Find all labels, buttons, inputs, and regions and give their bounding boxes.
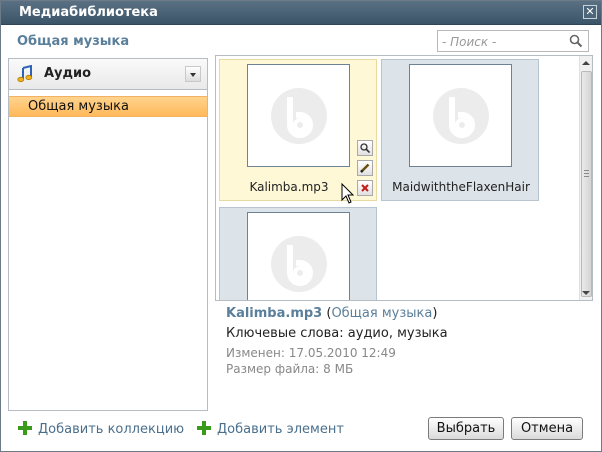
media-item-tile[interactable]: MaidwiththeFlaxenHair [381,59,539,201]
cancel-button[interactable]: Отмена [511,417,583,440]
details-filename[interactable]: Kalimba.mp3 [226,306,322,321]
thumbnail [247,212,350,300]
collection-item-general-music[interactable]: Общая музыка [9,96,207,117]
scroll-down-arrow[interactable] [582,291,590,295]
item-details: Kalimba.mp3 (Общая музыка) Ключевые слов… [226,306,586,376]
plus-icon[interactable] [18,421,32,435]
bitrix-logo-icon [271,236,327,292]
pencil-icon [360,163,370,173]
chevron-down-icon[interactable] [185,66,201,82]
modified-value: 17.05.2010 12:49 [288,346,396,360]
music-note-icon [17,65,33,83]
details-modified: Изменен: 17.05.2010 12:49 [226,346,586,360]
media-item-tile[interactable]: Kalimba.mp3 [219,59,377,201]
bitrix-logo-icon [271,88,327,144]
thumbnail [409,64,512,167]
search-box[interactable] [437,30,589,52]
details-paren: ) [432,306,438,321]
media-item-tile[interactable] [219,207,377,300]
media-item-name: MaidwiththeFlaxenHair [392,180,530,194]
close-icon: ✕ [585,5,595,18]
modified-label: Изменен: [226,346,285,360]
mouse-cursor-icon [341,183,355,204]
select-button[interactable]: Выбрать [428,417,504,440]
size-label: Размер файла: [226,362,320,376]
dialog-title: Медиабиблиотека [19,5,158,20]
media-library-dialog: Медиабиблиотека ✕ Общая музыка Аудио Общ… [0,0,602,452]
size-value: 8 МБ [323,362,354,376]
collections-panel: Аудио Общая музыка [8,58,208,411]
media-type-label: Аудио [44,66,92,81]
items-grid: Kalimba.mp3 MaidwiththeFlaxenHair [215,55,593,301]
details-size: Размер файла: 8 МБ [226,362,586,376]
keywords-value: аудио, музыка [347,326,448,341]
add-collection-link[interactable]: Добавить коллекцию [38,422,184,437]
search-input[interactable] [442,34,568,49]
details-collection-link[interactable]: Общая музыка [331,306,432,321]
edit-button[interactable] [357,160,373,176]
bitrix-logo-icon [433,88,489,144]
thumbnail [247,64,350,167]
add-item-link[interactable]: Добавить элемент [217,422,344,437]
details-keywords: Ключевые слова: аудио, музыка [226,326,586,341]
media-type-select[interactable]: Аудио [9,59,207,90]
magnifier-icon [360,143,370,153]
vertical-scrollbar[interactable] [579,56,592,300]
search-icon[interactable] [569,34,583,48]
keywords-label: Ключевые слова: [226,326,344,341]
scroll-thumb[interactable] [581,71,592,297]
plus-icon[interactable] [197,421,211,435]
breadcrumb: Общая музыка [17,34,130,49]
titlebar: Медиабиблиотека ✕ [1,1,601,25]
collection-label: Общая музыка [28,99,129,114]
zoom-button[interactable] [357,140,373,156]
scroll-up-arrow[interactable] [582,61,590,65]
close-button[interactable]: ✕ [583,5,597,19]
